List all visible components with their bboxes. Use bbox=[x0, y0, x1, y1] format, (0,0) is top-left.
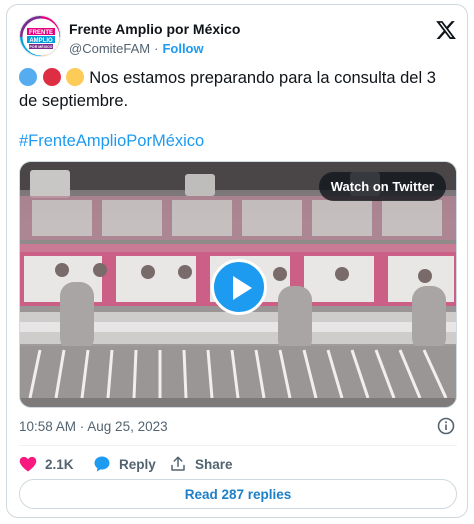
tweet-timestamp[interactable]: 10:58 AM · Aug 25, 2023 bbox=[19, 419, 168, 434]
hashtag-link[interactable]: #FrenteAmplioPorMéxico bbox=[19, 132, 204, 151]
action-bar: 2.1K Reply Share bbox=[19, 453, 457, 475]
avatar-text-1: FRENTE bbox=[29, 30, 53, 36]
play-button[interactable] bbox=[211, 259, 267, 315]
x-logo-icon[interactable] bbox=[435, 19, 457, 41]
red-circle-emoji bbox=[42, 68, 61, 86]
tweet-card: FRENTE AMPLIO POR MÉXICO Frente Amplio p… bbox=[6, 4, 468, 518]
separator-dot: · bbox=[154, 41, 159, 56]
share-label: Share bbox=[195, 456, 233, 472]
divider bbox=[19, 445, 457, 446]
avatar[interactable]: FRENTE AMPLIO POR MÉXICO bbox=[19, 15, 61, 57]
follow-button[interactable]: Follow bbox=[162, 41, 203, 56]
blue-circle-emoji bbox=[19, 68, 37, 86]
like-button[interactable]: 2.1K bbox=[19, 453, 74, 475]
avatar-text-2: AMPLIO bbox=[29, 38, 53, 44]
yellow-circle-emoji bbox=[66, 68, 85, 86]
play-icon bbox=[233, 276, 252, 300]
avatar-text-3: POR MÉXICO bbox=[30, 44, 53, 49]
tweet-header: FRENTE AMPLIO POR MÉXICO Frente Amplio p… bbox=[19, 15, 457, 61]
display-name[interactable]: Frente Amplio por México bbox=[69, 21, 240, 37]
watch-on-twitter-button[interactable]: Watch on Twitter bbox=[318, 172, 446, 201]
like-count: 2.1K bbox=[45, 456, 74, 472]
share-button[interactable]: Share bbox=[169, 453, 233, 475]
heart-icon bbox=[19, 456, 37, 472]
handle-row: @ComiteFAM · Follow bbox=[69, 41, 204, 56]
reply-button[interactable]: Reply bbox=[93, 453, 156, 475]
share-upload-icon bbox=[171, 456, 185, 471]
speech-bubble-icon bbox=[94, 456, 110, 472]
read-replies-button[interactable]: Read 287 replies bbox=[19, 479, 457, 509]
user-handle[interactable]: @ComiteFAM bbox=[69, 41, 150, 56]
reply-label: Reply bbox=[119, 456, 156, 472]
info-icon[interactable] bbox=[437, 417, 455, 435]
video-thumbnail[interactable]: Watch on Twitter bbox=[19, 161, 457, 408]
tweet-text: Nos estamos preparando para la consulta … bbox=[19, 67, 457, 113]
